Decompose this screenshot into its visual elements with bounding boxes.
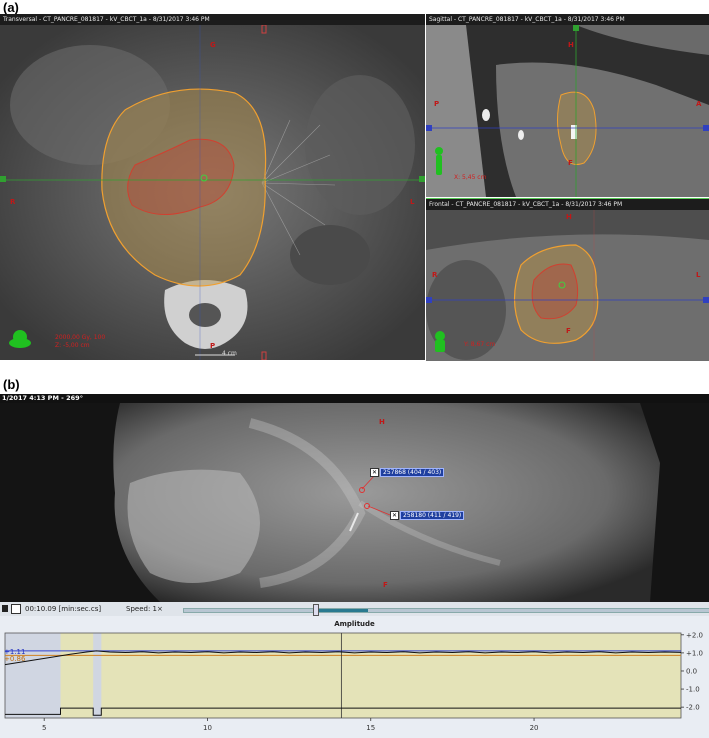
fluoro-orient-bottom: F <box>383 581 388 589</box>
panel-label-b: (b) <box>3 377 20 392</box>
frontal-orient-top: H <box>566 213 572 221</box>
excluded-region <box>93 633 102 718</box>
y-tick-label: -1.0 <box>686 686 700 694</box>
plot-background <box>5 633 681 718</box>
timeline-slider[interactable] <box>183 608 709 613</box>
loop-icon[interactable] <box>11 604 21 614</box>
sagittal-orient-left: P <box>434 100 440 108</box>
transversal-image[interactable] <box>0 25 425 360</box>
frontal-orient-left: R <box>432 271 438 279</box>
playback-bar: 00:10.09 [min:sec.cs] Speed: 1× <box>0 602 709 616</box>
sagittal-image[interactable] <box>426 25 709 197</box>
y-tick-label: -2.0 <box>686 704 700 712</box>
frontal-image[interactable] <box>426 210 709 361</box>
fluoro-header-bar: 1/2017 4:13 PM - 269° <box>0 394 709 403</box>
fluoro-viewport[interactable]: H F ✕ 257868 (404 / 403) ✕ 258180 (411 /… <box>0 403 709 602</box>
transversal-title: Transversal - CT_PANCRE_081817 - kV_CBCT… <box>0 14 425 25</box>
transversal-info-z: Z: -5,00 cm <box>55 342 90 349</box>
y-tick-label: +2.0 <box>686 631 703 639</box>
frontal-orientation-icon <box>435 331 445 352</box>
transversal-orient-left: R <box>10 198 16 206</box>
panel-label-a: (a) <box>3 0 19 15</box>
fluoro-header: 1/2017 4:13 PM - 269° <box>2 394 83 402</box>
marker-1-label: 257868 (404 / 403) <box>380 468 445 477</box>
frontal-orient-right: L <box>696 271 701 279</box>
amplitude-chart[interactable]: 5 10 15 20 +2.0 +1.0 0.0 -1.0 -2.0 <box>0 616 709 738</box>
x-tick-label: 5 <box>42 724 46 732</box>
sagittal-orient-right: A <box>696 100 702 108</box>
sagittal-orientation-icon <box>435 147 443 175</box>
transversal-orient-top: G <box>210 41 216 49</box>
marker-2[interactable]: ✕ 258180 (411 / 419) <box>390 511 465 520</box>
playback-time: 00:10.09 [min:sec.cs] <box>25 605 102 613</box>
sagittal-orient-top: H <box>568 41 574 49</box>
amplitude-panel: Amplitude 5 10 15 20 +2.0 +1.0 0.0 -1.0 -2.0 +1.… <box>0 616 709 738</box>
sagittal-viewport[interactable]: Sagittal - CT_PANCRE_081817 - kV_CBCT_1a… <box>426 14 709 197</box>
timeline-progress <box>315 609 369 612</box>
fluoro-image[interactable] <box>0 403 709 602</box>
y-tick-label: 0.0 <box>686 667 697 675</box>
x-tick-label: 15 <box>366 724 375 732</box>
fluoro-orient-top: H <box>379 418 385 426</box>
marker-1-close-icon[interactable]: ✕ <box>370 468 379 477</box>
sagittal-orient-bottom: F <box>568 159 573 167</box>
sagittal-info-x: X: 5,45 cm <box>454 174 487 181</box>
frontal-title: Frontal - CT_PANCRE_081817 - kV_CBCT_1a … <box>426 199 709 210</box>
marker-1[interactable]: ✕ 257868 (404 / 403) <box>370 468 445 477</box>
frontal-viewport[interactable]: Frontal - CT_PANCRE_081817 - kV_CBCT_1a … <box>426 198 709 361</box>
timeline-thumb[interactable] <box>312 604 319 616</box>
transversal-orient-right: L <box>410 198 415 206</box>
frontal-orient-bottom: F <box>566 327 571 335</box>
marker-2-label: 258180 (411 / 419) <box>400 511 465 520</box>
transversal-viewport[interactable]: Transversal - CT_PANCRE_081817 - kV_CBCT… <box>0 14 425 360</box>
transversal-info-dose: 2000,00 Gy, 100 <box>55 334 106 341</box>
speed-label[interactable]: Speed: 1× <box>126 605 163 613</box>
stop-icon[interactable] <box>2 605 8 612</box>
left-value-2: +0.86 <box>4 655 26 663</box>
sagittal-title: Sagittal - CT_PANCRE_081817 - kV_CBCT_1a… <box>426 14 709 25</box>
x-tick-label: 20 <box>530 724 539 732</box>
transversal-scale: 4 cm <box>222 350 237 357</box>
x-tick-label: 10 <box>203 724 212 732</box>
excluded-region <box>5 633 61 718</box>
y-tick-label: +1.0 <box>686 649 703 657</box>
transversal-orient-bottom: P <box>210 342 216 350</box>
marker-2-close-icon[interactable]: ✕ <box>390 511 399 520</box>
frontal-info-y: Y: 8,67 cm <box>464 341 496 348</box>
